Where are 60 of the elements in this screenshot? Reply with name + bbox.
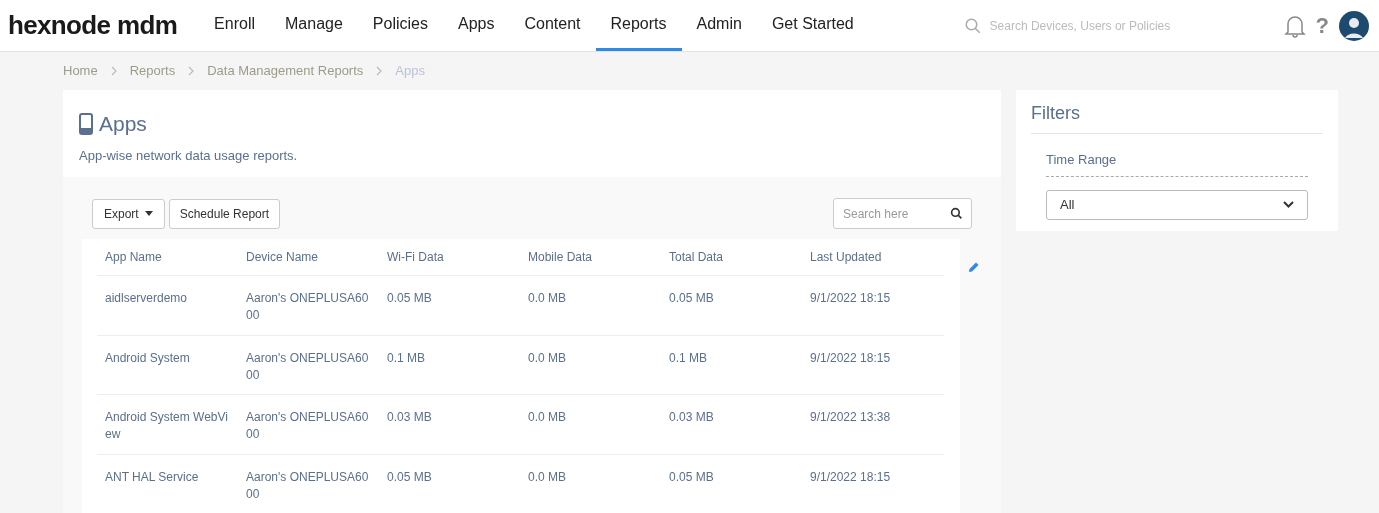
column-header[interactable]: Mobile Data: [528, 248, 593, 266]
table-cell-text: Android System: [105, 349, 191, 367]
column-header[interactable]: Wi-Fi Data: [387, 248, 444, 266]
search-icon: [963, 16, 982, 35]
search-field[interactable]: Search Devices, Users or Policies: [989, 16, 1250, 35]
export-button[interactable]: Export: [92, 198, 165, 229]
bell-icon[interactable]: [1283, 13, 1306, 38]
table-search-field[interactable]: Search here: [833, 198, 972, 229]
avatar[interactable]: [1339, 10, 1369, 41]
table-cell-text: ANT HAL Service: [105, 468, 200, 486]
chevron-icon: [375, 66, 384, 76]
page-title: Apps: [99, 111, 147, 137]
table-cell-text: 0.0 MB: [528, 290, 566, 307]
table-cell-text: 0.05 MB: [387, 468, 432, 486]
help-icon[interactable]: ?: [1315, 9, 1329, 42]
table-cell-text: Aaron's ONEPLUSA6000: [246, 349, 370, 384]
table-cell-text: 9/1/2022 18:15: [810, 349, 891, 367]
chevron-icon: [109, 66, 118, 76]
table-cell-text: 9/1/2022 18:15: [810, 290, 891, 307]
table-cell-text: 0.05 MB: [387, 290, 432, 307]
search-icon: [950, 207, 963, 220]
table-cell-text: 0.03 MB: [669, 409, 714, 426]
time-range-select[interactable]: All: [1046, 189, 1308, 220]
table-cell-text: Aaron's ONEPLUSA6000: [246, 290, 370, 324]
time-range-label: Time Range: [1046, 150, 1308, 177]
table-cell-text: 0.1 MB: [387, 349, 425, 367]
table-cell-text: 0.05 MB: [669, 468, 714, 486]
filters-title: Filters: [1031, 90, 1323, 134]
chevron-icon: [187, 66, 196, 76]
table-cell-text: 0.1 MB: [669, 349, 707, 367]
table-cell-text: 0.0 MB: [528, 349, 566, 367]
table-cell-text: 0.05 MB: [669, 290, 714, 307]
table-cell-text: Aaron's ONEPLUSA6000: [246, 468, 370, 503]
nav-tab[interactable]: Policies: [357, 0, 443, 51]
nav-tab[interactable]: Enroll: [199, 0, 270, 51]
column-header[interactable]: App Name: [105, 248, 162, 266]
column-header[interactable]: Last Updated: [810, 248, 882, 266]
column-header[interactable]: Device Name: [246, 248, 319, 266]
table-cell-text: Aaron's ONEPLUSA6000: [246, 409, 370, 443]
table-cell-text: aidlserverdemo: [105, 290, 189, 307]
nav-tab[interactable]: Reports: [595, 0, 682, 51]
table-cell-text: 0.0 MB: [528, 468, 566, 486]
table-cell-text: 9/1/2022 18:15: [810, 468, 891, 486]
page-subtitle: App-wise network data usage reports.: [79, 146, 299, 165]
logo: hexnode mdm: [7, 9, 179, 42]
nav-tab[interactable]: Content: [509, 0, 596, 51]
table-cell-text: Android System WebView: [105, 409, 229, 443]
chevron-icon: [1283, 201, 1294, 208]
nav-tab[interactable]: Manage: [270, 0, 358, 51]
nav-tab[interactable]: Admin: [681, 0, 757, 51]
caret-icon: [144, 211, 153, 216]
table-cell-text: 0.0 MB: [528, 409, 566, 426]
pencil-icon[interactable]: [968, 261, 980, 273]
column-header[interactable]: Total Data: [669, 248, 724, 266]
schedule-report-button[interactable]: Schedule Report: [168, 198, 281, 229]
phone-icon: [79, 112, 93, 135]
nav-tab[interactable]: Get Started: [756, 0, 869, 51]
table-cell-text: 9/1/2022 13:38: [810, 409, 891, 426]
table-cell-text: 0.03 MB: [387, 409, 432, 426]
nav-tab[interactable]: Apps: [443, 0, 510, 51]
